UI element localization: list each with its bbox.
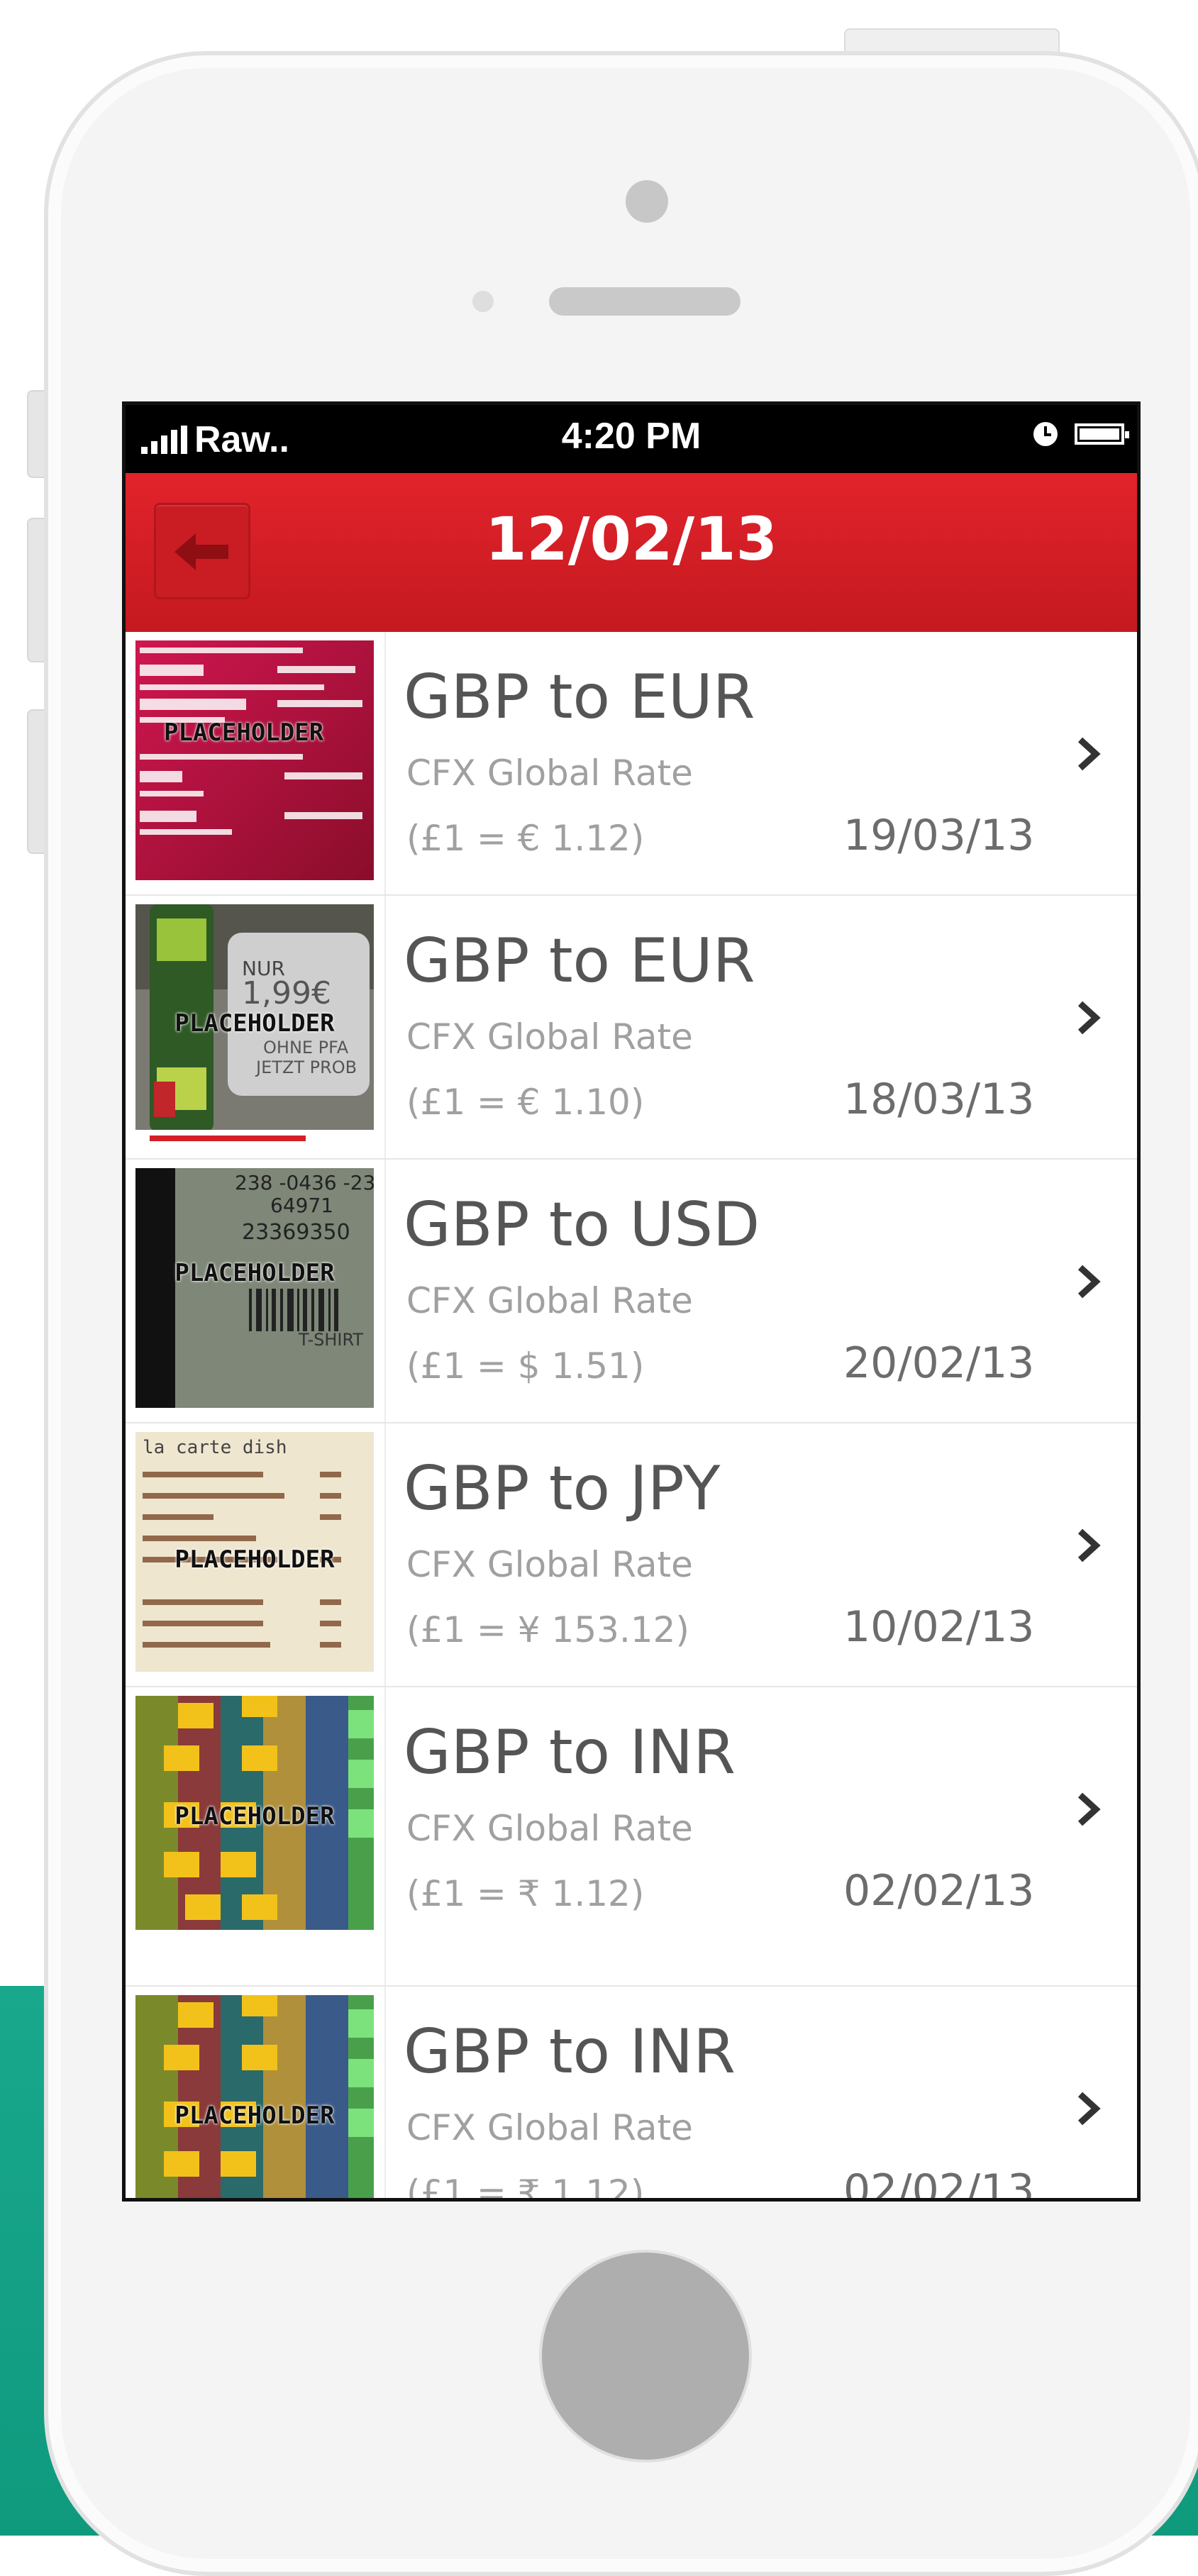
thumbnail-placeholder-label: PLACEHOLDER <box>174 2102 335 2130</box>
currency-pair: GBP to JPY <box>404 1453 721 1524</box>
chevron-right-icon <box>1077 1528 1101 1562</box>
exchange-rate: (£1 = ₹ 1.12) <box>406 1873 645 1914</box>
conversion-date: 18/03/13 <box>843 1075 1035 1124</box>
svg-text:238 -0436 -23: 238 -0436 -23 <box>235 1171 374 1194</box>
thumbnail-placeholder-label: PLACEHOLDER <box>174 1802 335 1831</box>
svg-text:OHNE PFA: OHNE PFA <box>263 1038 349 1057</box>
list-item[interactable]: la carte dish PLACEHOLDER GBP to JPY CFX… <box>126 1423 1137 1687</box>
thumbnail-japanese-menu-image: la carte dish PLACEHOLDER <box>135 1432 374 1672</box>
rate-source: CFX Global Rate <box>406 1016 693 1057</box>
exchange-rate: (£1 = $ 1.51) <box>406 1345 645 1387</box>
currency-pair: GBP to EUR <box>404 926 755 996</box>
thumbnail-placeholder-label: PLACEHOLDER <box>174 1259 335 1287</box>
currency-pair: GBP to INR <box>404 1717 736 1788</box>
row-divider <box>384 1160 386 1422</box>
svg-text:T-SHIRT: T-SHIRT <box>298 1330 363 1350</box>
status-bar: Raw.. 4:20 PM <box>126 405 1137 473</box>
chevron-right-icon <box>1077 2092 1101 2126</box>
row-divider <box>384 1687 386 1985</box>
conversion-date: 19/03/13 <box>843 811 1035 860</box>
conversion-date: 20/02/13 <box>843 1338 1035 1388</box>
rate-source: CFX Global Rate <box>406 753 693 794</box>
conversion-date: 02/02/13 <box>843 2165 1035 2202</box>
exchange-rate: (£1 = ¥ 153.12) <box>406 1609 689 1650</box>
svg-text:64971: 64971 <box>270 1194 333 1217</box>
home-button[interactable] <box>539 2250 752 2463</box>
rate-source: CFX Global Rate <box>406 1808 693 1849</box>
thumbnail-menu-image: PLACEHOLDER <box>135 640 374 880</box>
conversion-date: 10/02/13 <box>843 1602 1035 1652</box>
conversion-list[interactable]: PLACEHOLDER GBP to EUR CFX Global Rate (… <box>126 632 1137 2202</box>
svg-text:la carte dish: la carte dish <box>143 1437 287 1458</box>
row-divider <box>384 632 386 894</box>
thumbnail-price-tags-image: PLACEHOLDER <box>135 1995 374 2198</box>
list-item[interactable]: PLACEHOLDER GBP to EUR CFX Global Rate (… <box>126 632 1137 896</box>
status-time: 4:20 PM <box>561 416 701 457</box>
currency-pair: GBP to USD <box>404 1189 760 1260</box>
chevron-right-icon <box>1077 1001 1101 1035</box>
thumbnail-placeholder-label: PLACEHOLDER <box>174 1545 335 1574</box>
thumbnail-price-tags-image: PLACEHOLDER <box>135 1696 374 1930</box>
row-divider <box>384 896 386 1158</box>
proximity-sensor <box>472 291 494 312</box>
thumbnail-placeholder-label: PLACEHOLDER <box>164 718 324 747</box>
exchange-rate: (£1 = € 1.12) <box>406 818 645 859</box>
alarm-clock-icon <box>1033 422 1058 446</box>
page-title: 12/02/13 <box>484 504 778 574</box>
svg-text:JETZT PROB: JETZT PROB <box>255 1057 357 1077</box>
currency-pair: GBP to EUR <box>404 662 755 733</box>
svg-text:1,99€: 1,99€ <box>242 975 331 1011</box>
phone-screen: Raw.. 4:20 PM 12/02/13 PLACEHOLDER GBP t… <box>122 401 1141 2202</box>
list-item[interactable]: 238 -0436 -23 64971 23369350 T-SHIRT PLA… <box>126 1160 1137 1423</box>
thumbnail-can-image: NUR 1,99€ OHNE PFA JETZT PROB PLACEHOLDE… <box>135 904 374 1144</box>
list-item[interactable]: PLACEHOLDER GBP to INR CFX Global Rate (… <box>126 1987 1137 2202</box>
conversion-date: 02/02/13 <box>843 1866 1035 1916</box>
chevron-right-icon <box>1077 1265 1101 1299</box>
rate-source: CFX Global Rate <box>406 1280 693 1321</box>
rate-source: CFX Global Rate <box>406 2107 693 2148</box>
row-divider <box>384 1423 386 1686</box>
currency-pair: GBP to INR <box>404 2016 736 2087</box>
row-divider <box>384 1987 386 2198</box>
chevron-right-icon <box>1077 737 1101 771</box>
list-item[interactable]: PLACEHOLDER GBP to INR CFX Global Rate (… <box>126 1687 1137 1987</box>
battery-icon <box>1075 423 1129 445</box>
navigation-bar: 12/02/13 <box>126 473 1137 633</box>
list-item[interactable]: NUR 1,99€ OHNE PFA JETZT PROB PLACEHOLDE… <box>126 896 1137 1160</box>
earpiece-speaker <box>549 287 741 316</box>
chevron-right-icon <box>1077 1792 1101 1826</box>
rate-source: CFX Global Rate <box>406 1544 693 1585</box>
thumbnail-tag-image: 238 -0436 -23 64971 23369350 T-SHIRT PLA… <box>135 1168 374 1408</box>
exchange-rate: (£1 = € 1.10) <box>406 1082 645 1123</box>
thumbnail-placeholder-label: PLACEHOLDER <box>174 1009 335 1038</box>
exchange-rate: (£1 = ₹ 1.12) <box>406 2172 645 2202</box>
front-camera <box>626 180 668 223</box>
svg-text:23369350: 23369350 <box>242 1220 350 1245</box>
